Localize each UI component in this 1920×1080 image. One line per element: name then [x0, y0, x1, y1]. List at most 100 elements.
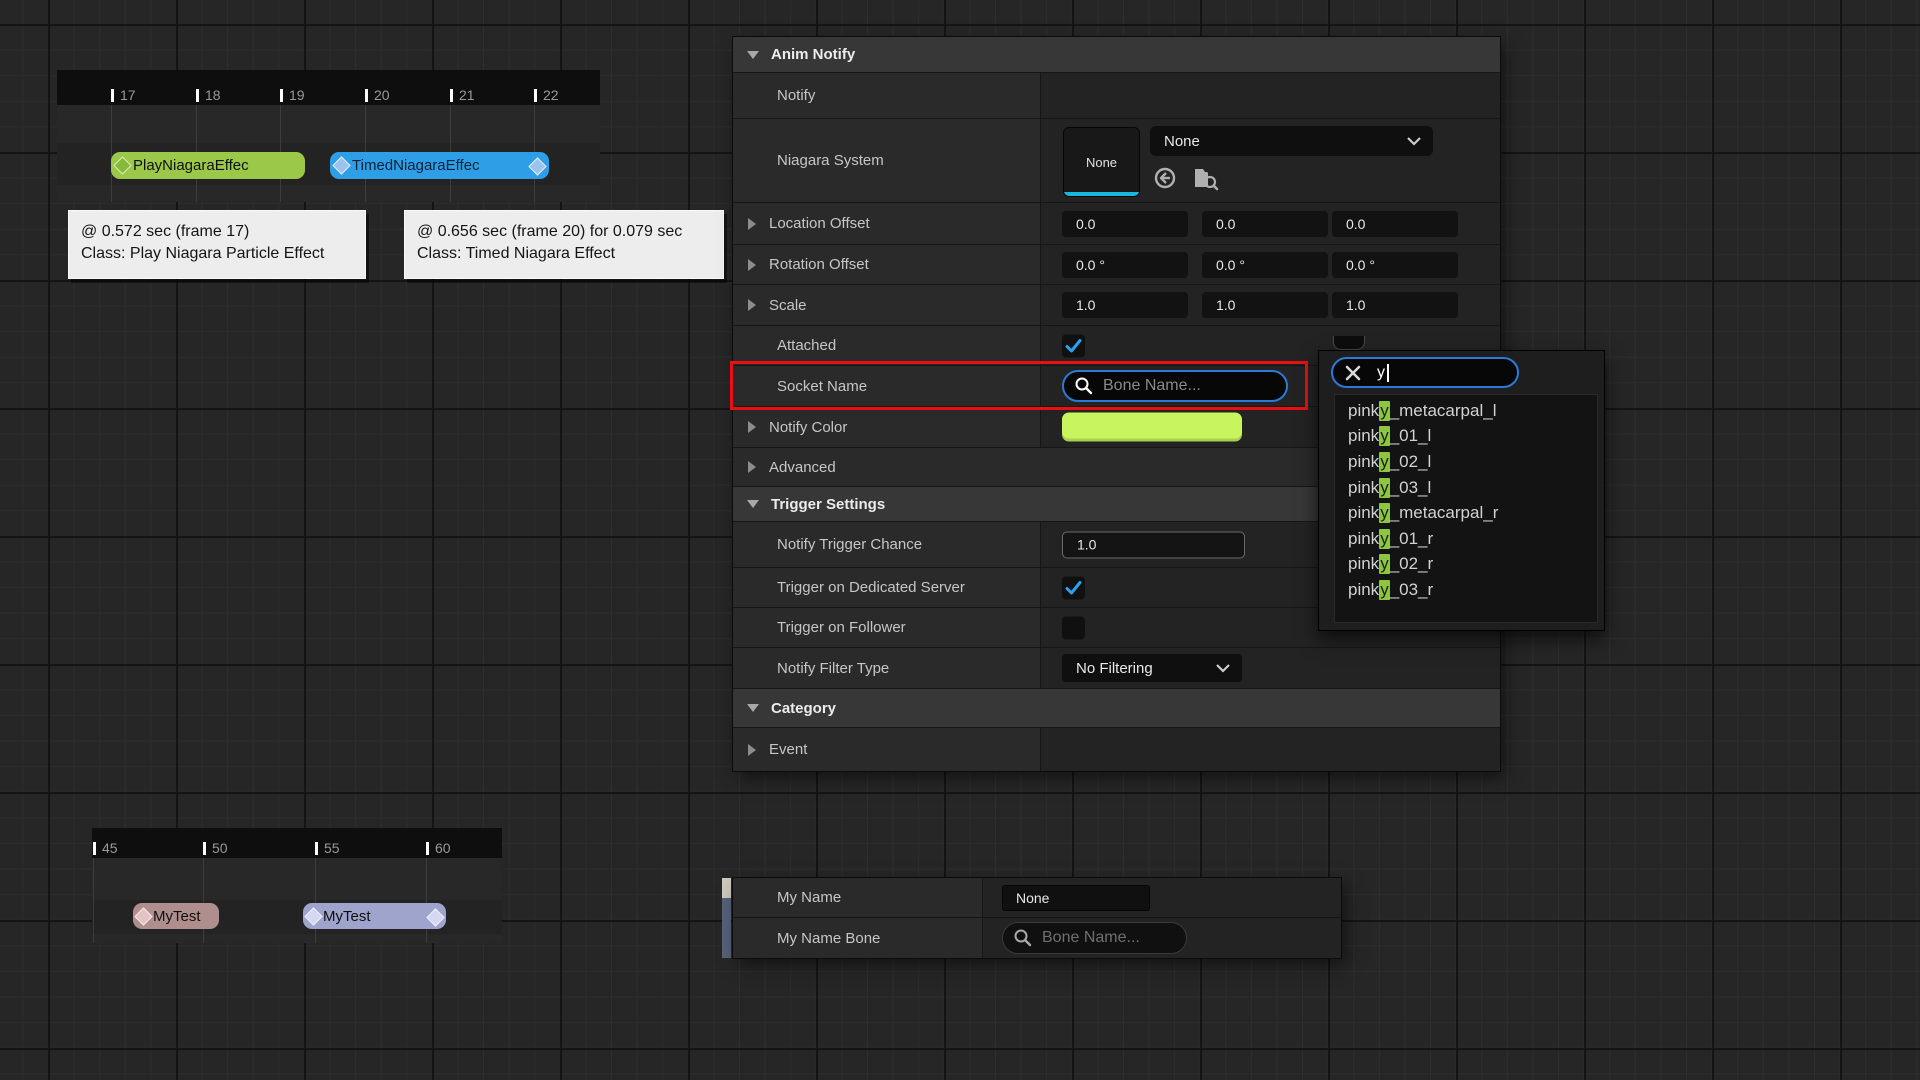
rotation-x-field[interactable]: 0.0 ° [1062, 252, 1188, 278]
socket-name-search-field[interactable]: Bone Name... [1062, 370, 1288, 402]
notify-mytest-b[interactable]: MyTest [303, 903, 446, 929]
match-highlight: y [1379, 503, 1390, 523]
socket-placeholder: Bone Name... [1103, 377, 1201, 395]
rotation-z-field[interactable]: 0.0 ° [1332, 252, 1458, 278]
bone-list-item[interactable]: pinky_01_l [1335, 424, 1597, 450]
scale-x-field[interactable]: 1.0 [1062, 292, 1188, 318]
notify-end-diamond-icon[interactable] [426, 908, 444, 926]
section-title: Category [771, 700, 836, 717]
my-name-field[interactable]: None [1002, 885, 1150, 911]
tick-mark [203, 842, 206, 855]
scale-z-field[interactable]: 1.0 [1332, 292, 1458, 318]
tick-mark [315, 842, 318, 855]
triangle-right-icon[interactable] [748, 218, 756, 230]
attached-checkbox[interactable] [1062, 334, 1085, 357]
frame-label: 50 [212, 841, 228, 855]
frame-label: 45 [102, 841, 118, 855]
notify-label: MyTest [153, 908, 201, 925]
arrow-circle-left-icon [1153, 166, 1177, 190]
panel-accent-bar [722, 878, 731, 898]
section-anim-notify[interactable]: Anim Notify [733, 37, 1500, 73]
triangle-down-icon[interactable] [747, 500, 759, 508]
tick-mark [280, 89, 283, 102]
search-icon [1074, 376, 1094, 396]
match-highlight: y [1379, 478, 1390, 498]
notify-label: PlayNiagaraEffec [133, 157, 249, 174]
tooltip-timed-niagara: @ 0.656 sec (frame 20) for 0.079 sec Cla… [404, 210, 724, 279]
bone-list-item[interactable]: pinky_03_l [1335, 475, 1597, 501]
location-y-field[interactable]: 0.0 [1202, 211, 1328, 237]
asset-thumb-label: None [1086, 155, 1117, 170]
tick-mark [426, 842, 429, 855]
row-label: Notify [777, 87, 815, 104]
triangle-right-icon[interactable] [748, 744, 756, 756]
panel-accent-bar[interactable] [722, 898, 731, 958]
notify-diamond-icon[interactable] [332, 156, 350, 174]
match-highlight: y [1379, 426, 1390, 446]
row-notify: Notify [733, 73, 1500, 119]
clear-x-icon[interactable] [1344, 364, 1362, 382]
search-icon [1013, 928, 1033, 948]
dedicated-server-checkbox[interactable] [1062, 576, 1085, 599]
notify-mytest-a[interactable]: MyTest [133, 903, 219, 929]
triangle-down-icon[interactable] [747, 704, 759, 712]
match-highlight: y [1379, 580, 1390, 600]
frame-label: 55 [324, 841, 340, 855]
bone-search-field[interactable]: y [1331, 357, 1519, 388]
location-z-field[interactable]: 0.0 [1332, 211, 1458, 237]
row-label: Notify Filter Type [777, 660, 889, 677]
notify-diamond-icon[interactable] [304, 907, 322, 925]
notify-filter-dropdown[interactable]: No Filtering [1062, 654, 1242, 682]
rotation-y-field[interactable]: 0.0 ° [1202, 252, 1328, 278]
search-text: y [1377, 364, 1385, 382]
asset-thumbnail[interactable]: None [1063, 127, 1140, 197]
triangle-down-icon[interactable] [747, 51, 759, 59]
bone-list-item[interactable]: pinky_03_r [1335, 577, 1597, 603]
triangle-right-icon[interactable] [748, 461, 756, 473]
browse-to-asset-button[interactable] [1191, 163, 1221, 193]
tick-mark [93, 842, 96, 855]
location-x-field[interactable]: 0.0 [1062, 211, 1188, 237]
follower-checkbox[interactable] [1062, 616, 1085, 639]
row-label: Notify Trigger Chance [777, 536, 922, 553]
notify-timeline-top: 17 18 19 20 21 22 PlayNiagaraEffec Timed… [57, 70, 600, 202]
bone-picker-popup: y pinky_metacarpal_l pinky_01_l pinky_02… [1318, 350, 1605, 631]
bone-list-item[interactable]: pinky_metacarpal_r [1335, 500, 1597, 526]
notify-label: MyTest [323, 908, 371, 925]
timeline-ruler[interactable]: 45 50 55 60 [92, 828, 502, 858]
triangle-right-icon[interactable] [748, 299, 756, 311]
tooltip-class: Class: Play Niagara Particle Effect [81, 243, 353, 265]
bone-list-item[interactable]: pinky_02_r [1335, 552, 1597, 578]
bone-list-item[interactable]: pinky_metacarpal_l [1335, 398, 1597, 424]
match-highlight: y [1379, 452, 1390, 472]
section-category[interactable]: Category [733, 689, 1500, 728]
row-label: Scale [769, 297, 807, 314]
bone-list-item[interactable]: pinky_02_l [1335, 449, 1597, 475]
notify-diamond-icon[interactable] [113, 156, 131, 174]
checkmark-icon [1065, 338, 1082, 353]
notify-color-swatch[interactable] [1062, 413, 1242, 442]
checkmark-icon [1065, 580, 1082, 595]
my-name-bone-search-field[interactable]: Bone Name... [1002, 922, 1187, 954]
obscured-widget-fragment [1333, 336, 1365, 350]
timeline-ruler[interactable]: 17 18 19 20 21 22 [57, 70, 600, 105]
trigger-chance-field[interactable]: 1.0 [1062, 531, 1245, 558]
notify-end-diamond-icon[interactable] [528, 157, 546, 175]
notify-timed-niagara[interactable]: TimedNiagaraEffec [330, 152, 549, 179]
chevron-down-icon [1215, 663, 1231, 673]
tooltip-play-niagara: @ 0.572 sec (frame 17) Class: Play Niaga… [68, 210, 366, 279]
notify-play-niagara[interactable]: PlayNiagaraEffec [111, 152, 305, 179]
frame-label: 60 [435, 841, 451, 855]
section-title: Trigger Settings [771, 496, 885, 513]
scale-y-field[interactable]: 1.0 [1202, 292, 1328, 318]
tick-mark [450, 89, 453, 102]
bone-list: pinky_metacarpal_l pinky_01_l pinky_02_l… [1334, 394, 1598, 623]
triangle-right-icon[interactable] [748, 421, 756, 433]
use-selected-asset-button[interactable] [1150, 163, 1180, 193]
section-title: Anim Notify [771, 46, 855, 63]
notify-diamond-icon[interactable] [134, 907, 152, 925]
bone-list-item[interactable]: pinky_01_r [1335, 526, 1597, 552]
frame-label: 22 [543, 88, 559, 102]
niagara-asset-dropdown[interactable]: None [1150, 126, 1433, 156]
triangle-right-icon[interactable] [748, 259, 756, 271]
